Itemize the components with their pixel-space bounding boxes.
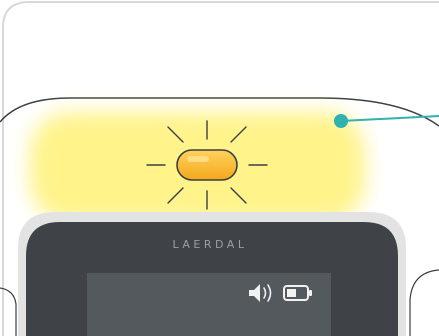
right-side-control	[409, 269, 439, 336]
device-illustration	[0, 1, 439, 336]
callout-line	[340, 115, 439, 122]
battery-level-fill	[287, 289, 296, 297]
display-screen	[87, 273, 331, 336]
indicator-led	[176, 149, 238, 181]
brand-logo: LAERDAL	[172, 238, 248, 251]
callout-dot	[334, 114, 348, 128]
